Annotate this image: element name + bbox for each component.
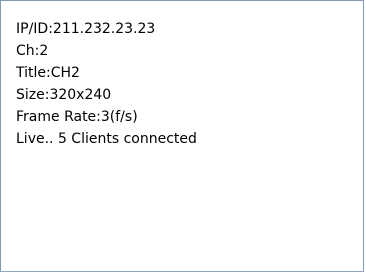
title-line: Title:CH2: [16, 65, 80, 81]
frame-rate-line: Frame Rate:3(f/s): [16, 109, 138, 125]
size-line: Size:320x240: [16, 87, 112, 103]
channel-info-panel: IP/ID:211.232.23.23 Ch:2 Title:CH2 Size:…: [0, 0, 364, 272]
channel-line: Ch:2: [16, 43, 49, 59]
channel-info-list: IP/ID:211.232.23.23 Ch:2 Title:CH2 Size:…: [16, 18, 197, 150]
live-status-line: Live.. 5 Clients connected: [16, 131, 197, 147]
ip-id-line: IP/ID:211.232.23.23: [16, 21, 156, 37]
